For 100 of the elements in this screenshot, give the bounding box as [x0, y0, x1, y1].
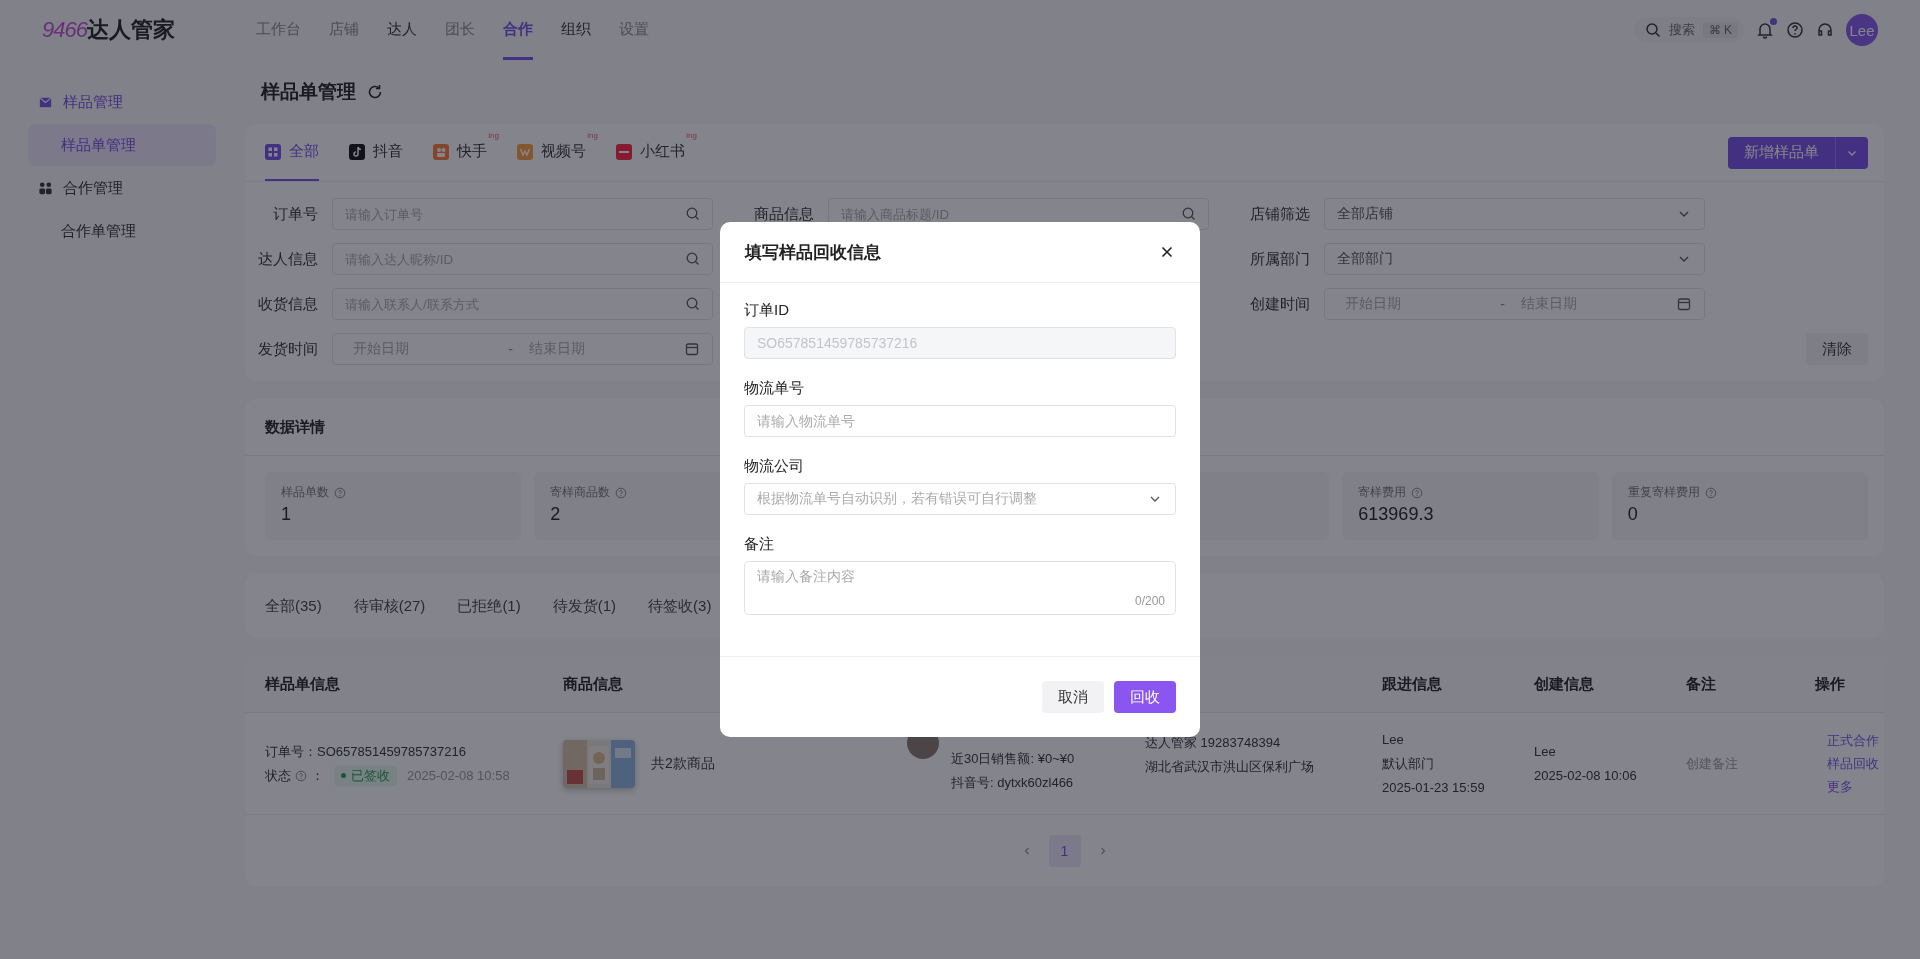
nav-tab[interactable]: 合作 [503, 0, 533, 60]
brand-logo: 9466达人管家 [42, 16, 176, 44]
sidebar-group[interactable]: 合作管理 [0, 166, 229, 210]
filter-label: 收货信息 [257, 294, 318, 314]
stat-label: 寄样商品数 [550, 484, 611, 501]
status-colon: ： [311, 766, 324, 785]
follow-info: Lee [1382, 730, 1405, 749]
status-tab[interactable]: 待签收(3) [648, 596, 712, 616]
filter-label: 商品信息 [753, 204, 814, 224]
page-title: 样品单管理 [261, 80, 356, 104]
action-link[interactable]: 正式合作 [1827, 731, 1884, 750]
product-summary: 共2款商品 [651, 754, 715, 773]
dialog-title: 填写样品回收信息 [745, 241, 881, 264]
action-link[interactable]: 更多 [1827, 777, 1884, 796]
search-icon [1181, 206, 1197, 222]
column-header: 操作 [1815, 674, 1846, 694]
search-placeholder: 搜索 [1668, 21, 1695, 39]
filter-label: 创建时间 [1249, 294, 1310, 314]
sidebar-group[interactable]: 样品管理 [0, 80, 229, 124]
box-icon [38, 94, 53, 110]
status-tag: 已签收 [334, 765, 397, 786]
douyin-id: 抖音号: dytxk60zl466 [951, 774, 1075, 792]
carrier-select[interactable]: 根据物流单号自动识别，若有错误可自行调整 [744, 483, 1176, 515]
status-tab[interactable]: 待发货(1) [552, 596, 617, 616]
help-icon[interactable] [334, 486, 346, 499]
sidebar-item[interactable]: 合作单管理 [28, 210, 216, 252]
shortcut-hint: ⌘ K [1702, 22, 1738, 38]
field-label: 备注 [744, 535, 775, 554]
filter-label: 所属部门 [1249, 249, 1310, 269]
refresh-icon[interactable] [366, 83, 384, 101]
add-sample-button[interactable]: 新增样品单 [1728, 136, 1835, 169]
search-icon [685, 206, 701, 222]
action-link[interactable]: 样品回收 [1827, 754, 1884, 773]
select-field[interactable]: 全部店铺 [1324, 198, 1705, 230]
character-count: 0/200 [1134, 594, 1165, 608]
order-number: 订单号：SO657851459785737216 [265, 742, 467, 761]
status-tab[interactable]: 待审核(27) [353, 596, 426, 616]
people-icon [38, 180, 53, 196]
close-icon[interactable] [1159, 244, 1175, 260]
stat-label: 重复寄样费用 [1627, 484, 1700, 501]
stat-label: 样品单数 [281, 484, 329, 501]
stat-value: 2 [550, 504, 562, 525]
remark-textarea[interactable]: 请输入备注内容 0/200 [744, 561, 1176, 615]
column-header: 跟进信息 [1382, 674, 1443, 694]
grid-icon [265, 143, 281, 160]
bell-icon[interactable] [1756, 21, 1774, 39]
sales-range: 近30日销售额: ¥0~¥0 [951, 750, 1075, 768]
column-header: 备注 [1686, 674, 1717, 694]
created-info: 2025-02-08 10:06 [1534, 766, 1638, 785]
search-icon [1644, 22, 1661, 38]
follow-info: 默认部门 [1382, 754, 1435, 773]
calendar-icon [1676, 296, 1692, 312]
column-header: 创建信息 [1534, 674, 1595, 694]
calendar-icon [684, 341, 700, 357]
sidebar-item[interactable]: 样品单管理 [28, 124, 216, 166]
page-button[interactable]: 1 [1048, 835, 1081, 867]
status-tab[interactable]: 全部(35) [265, 596, 322, 616]
help-icon[interactable] [1704, 486, 1717, 499]
badge-label: ing [686, 132, 697, 140]
clear-button[interactable]: 清除 [1806, 333, 1868, 365]
platform-icon [517, 143, 533, 160]
nav-tab[interactable]: 达人 [387, 0, 417, 60]
platform-tab[interactable]: 抖音 [349, 124, 403, 181]
filter-label: 店铺筛选 [1249, 204, 1310, 224]
help-icon[interactable] [1786, 21, 1804, 39]
badge-label: ing [587, 132, 598, 140]
status-label: 状态 [265, 766, 291, 785]
field-label: 物流公司 [744, 457, 805, 476]
stat-value: 613969.3 [1358, 504, 1435, 525]
platform-icon [616, 143, 632, 160]
help-icon[interactable] [295, 769, 307, 782]
user-avatar[interactable]: Lee [1846, 14, 1878, 46]
headset-icon[interactable] [1816, 21, 1834, 39]
follow-info: 2025-01-23 15:59 [1382, 778, 1486, 797]
created-info: Lee [1534, 742, 1557, 761]
platform-tab[interactable]: 全部 [265, 124, 319, 181]
search-icon [685, 296, 701, 312]
stat-value: 0 [1627, 504, 1639, 525]
field-label: 订单ID [744, 301, 790, 320]
filter-label: 发货时间 [257, 339, 318, 359]
dropdown-button[interactable] [1835, 136, 1868, 169]
tracking-number-field[interactable]: 请输入物流单号 [744, 405, 1176, 437]
nav-tab[interactable]: 组织 [561, 0, 591, 60]
platform-icon [349, 143, 365, 160]
confirm-button[interactable]: 回收 [1114, 681, 1176, 713]
status-tab[interactable]: 已拒绝(1) [457, 596, 521, 616]
select-field[interactable]: 全部部门 [1324, 243, 1705, 275]
help-icon[interactable] [615, 486, 628, 499]
filter-label: 达人信息 [257, 249, 318, 269]
field-label: 物流单号 [744, 379, 805, 398]
cancel-button[interactable]: 取消 [1042, 681, 1104, 713]
filter-label: 订单号 [272, 204, 318, 224]
help-icon[interactable] [1411, 486, 1424, 499]
stat-label: 寄样费用 [1358, 484, 1407, 501]
platform-icon [433, 143, 449, 160]
badge-label: ing [488, 132, 499, 140]
search-icon [685, 251, 701, 267]
stat-value: 1 [281, 504, 292, 525]
receiver-address: 湖北省武汉市洪山区保利广场 [1145, 758, 1315, 776]
receiver-contact: 达人管家 19283748394 [1145, 734, 1282, 752]
